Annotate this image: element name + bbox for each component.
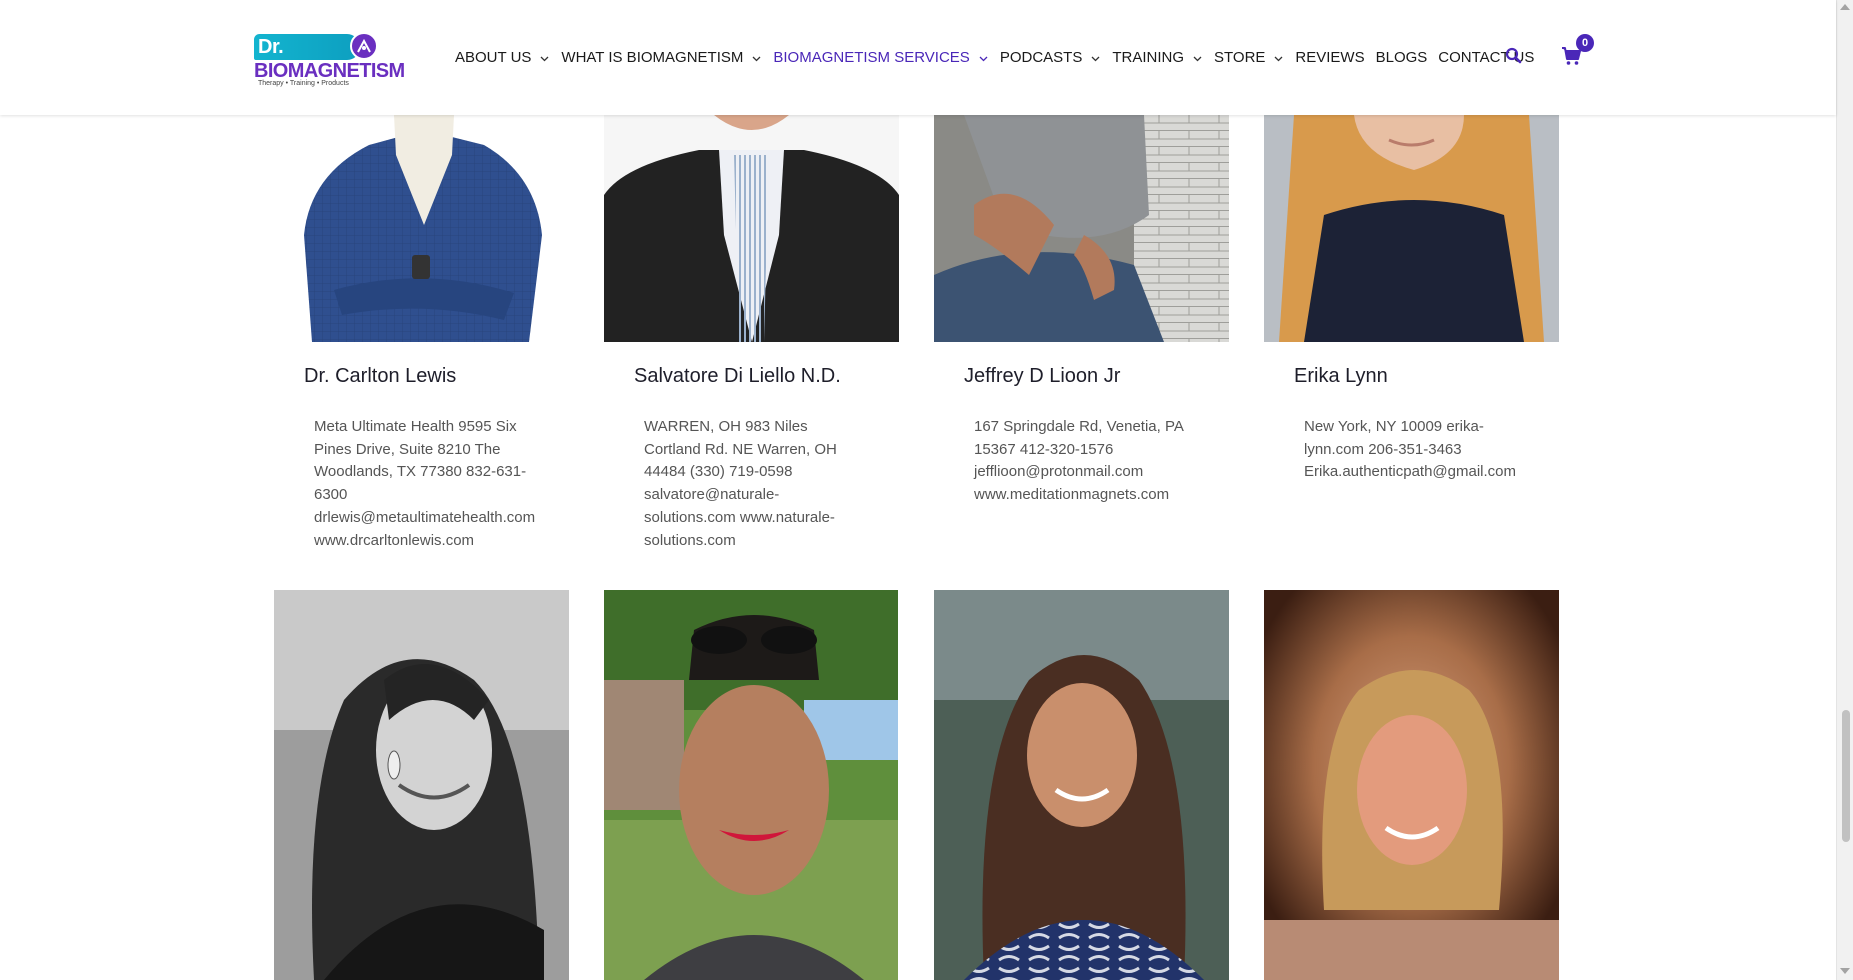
practitioner-photo <box>1264 115 1559 342</box>
nav-label: ABOUT US <box>455 48 532 66</box>
nav-training[interactable]: TRAINING <box>1112 49 1202 66</box>
nav-label: BIOMAGNETISM SERVICES <box>773 48 970 66</box>
nav-label: STORE <box>1214 48 1266 66</box>
practitioner-contact: WARREN, OH 983 Niles Cortland Rd. NE War… <box>644 418 837 549</box>
nav-label: BLOGS <box>1375 48 1428 66</box>
practitioner-photo <box>604 115 899 342</box>
practitioner-photo <box>274 590 569 980</box>
logo-tagline: Therapy • Training • Products <box>258 80 349 87</box>
practitioner-name[interactable]: Erika Lynn <box>1294 365 1388 388</box>
practitioner-photo <box>604 590 899 980</box>
nav-blogs[interactable]: BLOGS <box>1376 49 1428 66</box>
chevron-down-icon <box>1193 49 1202 66</box>
search-icon[interactable] <box>1504 46 1524 66</box>
scroll-down-arrow-icon[interactable] <box>1840 968 1850 974</box>
cart-count-badge: 0 <box>1576 34 1594 52</box>
nav-what-is-biomagnetism[interactable]: WHAT IS BIOMAGNETISM <box>561 49 761 66</box>
practitioner-contact: New York, NY 10009 erika-lynn.com 206-35… <box>1304 418 1516 481</box>
chevron-down-icon <box>752 49 761 66</box>
nav-label: PODCASTS <box>999 48 1083 66</box>
practitioner-name[interactable]: Dr. Carlton Lewis <box>304 365 456 388</box>
logo-text-top: Dr. GARCIA <box>254 34 360 84</box>
logo-magnet-icon <box>350 32 378 60</box>
practitioner-photo <box>1264 590 1559 980</box>
chevron-down-icon <box>1091 49 1100 66</box>
nav-label: WHAT IS BIOMAGNETISM <box>561 48 744 66</box>
nav-biomagnetism-services[interactable]: BIOMAGNETISM SERVICES <box>773 48 988 66</box>
chevron-down-icon <box>540 49 549 66</box>
site-logo[interactable]: Dr. GARCIA BIOMAGNETISM Therapy • Traini… <box>254 32 405 87</box>
scroll-up-arrow-icon[interactable] <box>1840 4 1850 10</box>
nav-label: TRAINING <box>1112 48 1184 66</box>
practitioner-name[interactable]: Salvatore Di Liello N.D. <box>634 365 841 388</box>
practitioner-contact: 167 Springdale Rd, Venetia, PA 15367 412… <box>974 418 1184 504</box>
main-nav: ABOUT US WHAT IS BIOMAGNETISM BIOMAGNETI… <box>455 46 1534 68</box>
chevron-down-icon <box>979 49 988 66</box>
chevron-down-icon <box>1274 49 1283 66</box>
nav-reviews[interactable]: REVIEWS <box>1295 49 1364 66</box>
practitioner-photo <box>934 115 1229 342</box>
site-header: Dr. GARCIA BIOMAGNETISM Therapy • Traini… <box>0 0 1836 115</box>
practitioner-contact: Meta Ultimate Health 9595 Six Pines Driv… <box>314 418 536 549</box>
practitioner-photo <box>274 115 569 342</box>
scrollbar-thumb[interactable] <box>1842 710 1850 842</box>
nav-store[interactable]: STORE <box>1214 49 1283 66</box>
practitioner-name[interactable]: Jeffrey D Lioon Jr <box>964 365 1120 388</box>
practitioner-photo <box>934 590 1229 980</box>
nav-about-us[interactable]: ABOUT US <box>455 49 549 66</box>
nav-podcasts[interactable]: PODCASTS <box>1000 49 1101 66</box>
nav-label: REVIEWS <box>1295 48 1365 66</box>
